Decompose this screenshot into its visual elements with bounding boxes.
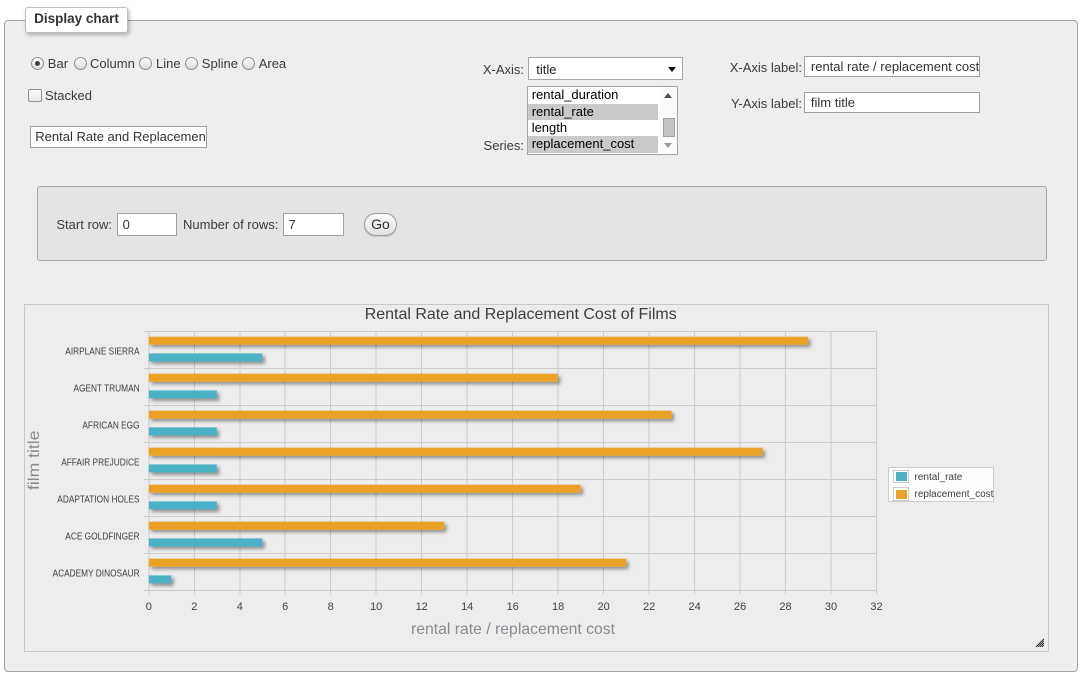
svg-text:AFRICAN EGG: AFRICAN EGG <box>82 421 139 432</box>
svg-text:Rental Rate and Replacement Co: Rental Rate and Replacement Cost of Film… <box>365 306 677 323</box>
svg-text:12: 12 <box>416 601 428 613</box>
svg-text:22: 22 <box>643 601 655 613</box>
svg-text:AIRPLANE SIERRA: AIRPLANE SIERRA <box>65 347 140 358</box>
svg-text:20: 20 <box>597 601 609 613</box>
svg-text:AGENT TRUMAN: AGENT TRUMAN <box>74 384 140 395</box>
svg-text:rental rate / replacement cost: rental rate / replacement cost <box>411 621 616 638</box>
svg-text:16: 16 <box>507 601 519 613</box>
svg-text:ACE GOLDFINGER: ACE GOLDFINGER <box>65 532 139 543</box>
svg-text:28: 28 <box>779 601 791 613</box>
svg-text:ADAPTATION HOLES: ADAPTATION HOLES <box>57 495 140 506</box>
svg-text:2: 2 <box>191 601 197 613</box>
svg-text:ACADEMY DINOSAUR: ACADEMY DINOSAUR <box>53 569 140 580</box>
svg-text:6: 6 <box>282 601 288 613</box>
svg-text:14: 14 <box>461 601 473 613</box>
svg-text:8: 8 <box>328 601 334 613</box>
svg-text:26: 26 <box>734 601 746 613</box>
svg-text:24: 24 <box>688 601 700 613</box>
svg-text:10: 10 <box>370 601 382 613</box>
svg-text:30: 30 <box>825 601 837 613</box>
svg-text:0: 0 <box>146 601 152 613</box>
svg-text:AFFAIR PREJUDICE: AFFAIR PREJUDICE <box>61 458 140 469</box>
svg-text:18: 18 <box>552 601 564 613</box>
svg-text:film title: film title <box>26 431 43 491</box>
svg-text:32: 32 <box>870 601 882 613</box>
svg-text:4: 4 <box>237 601 243 613</box>
